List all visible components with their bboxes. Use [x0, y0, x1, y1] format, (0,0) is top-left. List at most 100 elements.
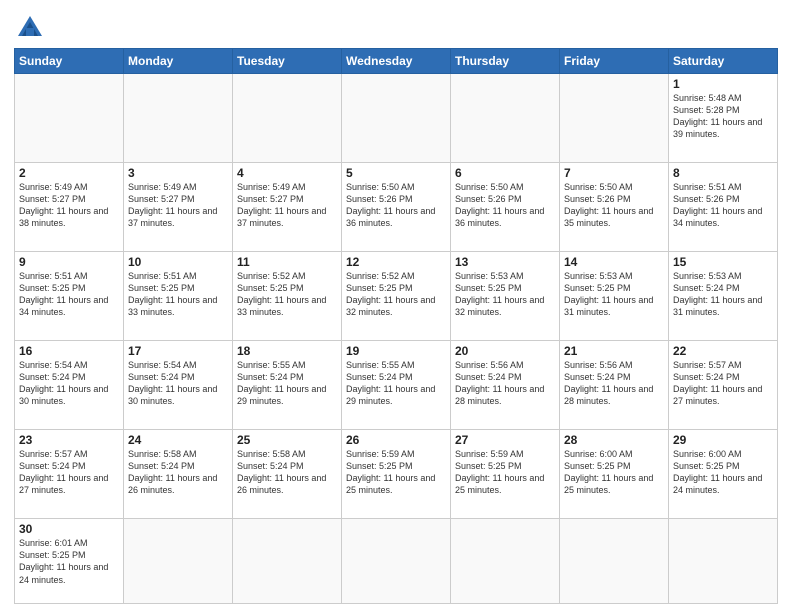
day-info: Sunrise: 5:50 AM Sunset: 5:26 PM Dayligh…: [564, 181, 664, 230]
day-info: Sunrise: 5:56 AM Sunset: 5:24 PM Dayligh…: [455, 359, 555, 408]
calendar-cell: 14Sunrise: 5:53 AM Sunset: 5:25 PM Dayli…: [560, 252, 669, 341]
day-info: Sunrise: 5:59 AM Sunset: 5:25 PM Dayligh…: [455, 448, 555, 497]
weekday-header-wednesday: Wednesday: [342, 49, 451, 74]
day-number: 18: [237, 344, 337, 358]
day-info: Sunrise: 6:00 AM Sunset: 5:25 PM Dayligh…: [673, 448, 773, 497]
calendar-cell: 8Sunrise: 5:51 AM Sunset: 5:26 PM Daylig…: [669, 163, 778, 252]
calendar-cell: 23Sunrise: 5:57 AM Sunset: 5:24 PM Dayli…: [15, 430, 124, 519]
day-number: 7: [564, 166, 664, 180]
day-number: 6: [455, 166, 555, 180]
day-number: 4: [237, 166, 337, 180]
weekday-header-thursday: Thursday: [451, 49, 560, 74]
weekday-header-monday: Monday: [124, 49, 233, 74]
calendar-cell: 26Sunrise: 5:59 AM Sunset: 5:25 PM Dayli…: [342, 430, 451, 519]
day-info: Sunrise: 5:57 AM Sunset: 5:24 PM Dayligh…: [673, 359, 773, 408]
calendar-cell: 19Sunrise: 5:55 AM Sunset: 5:24 PM Dayli…: [342, 341, 451, 430]
day-number: 29: [673, 433, 773, 447]
day-number: 27: [455, 433, 555, 447]
weekday-header-saturday: Saturday: [669, 49, 778, 74]
day-number: 13: [455, 255, 555, 269]
day-number: 15: [673, 255, 773, 269]
day-number: 16: [19, 344, 119, 358]
calendar-cell: 30Sunrise: 6:01 AM Sunset: 5:25 PM Dayli…: [15, 519, 124, 604]
day-number: 11: [237, 255, 337, 269]
day-info: Sunrise: 5:51 AM Sunset: 5:25 PM Dayligh…: [19, 270, 119, 319]
day-number: 14: [564, 255, 664, 269]
day-info: Sunrise: 5:54 AM Sunset: 5:24 PM Dayligh…: [128, 359, 228, 408]
logo-icon: [16, 14, 44, 42]
day-info: Sunrise: 5:50 AM Sunset: 5:26 PM Dayligh…: [455, 181, 555, 230]
calendar-cell: 29Sunrise: 6:00 AM Sunset: 5:25 PM Dayli…: [669, 430, 778, 519]
day-info: Sunrise: 5:48 AM Sunset: 5:28 PM Dayligh…: [673, 92, 773, 141]
calendar-cell: 13Sunrise: 5:53 AM Sunset: 5:25 PM Dayli…: [451, 252, 560, 341]
calendar-cell: 17Sunrise: 5:54 AM Sunset: 5:24 PM Dayli…: [124, 341, 233, 430]
day-number: 30: [19, 522, 119, 536]
calendar-week-row: 23Sunrise: 5:57 AM Sunset: 5:24 PM Dayli…: [15, 430, 778, 519]
calendar-cell: 20Sunrise: 5:56 AM Sunset: 5:24 PM Dayli…: [451, 341, 560, 430]
calendar-cell: [669, 519, 778, 604]
calendar-cell: 7Sunrise: 5:50 AM Sunset: 5:26 PM Daylig…: [560, 163, 669, 252]
calendar-cell: 27Sunrise: 5:59 AM Sunset: 5:25 PM Dayli…: [451, 430, 560, 519]
weekday-header-row: SundayMondayTuesdayWednesdayThursdayFrid…: [15, 49, 778, 74]
day-info: Sunrise: 5:49 AM Sunset: 5:27 PM Dayligh…: [237, 181, 337, 230]
weekday-header-friday: Friday: [560, 49, 669, 74]
day-info: Sunrise: 5:52 AM Sunset: 5:25 PM Dayligh…: [346, 270, 446, 319]
day-number: 26: [346, 433, 446, 447]
day-number: 28: [564, 433, 664, 447]
day-number: 10: [128, 255, 228, 269]
day-number: 19: [346, 344, 446, 358]
calendar-cell: 1Sunrise: 5:48 AM Sunset: 5:28 PM Daylig…: [669, 74, 778, 163]
logo: [14, 14, 44, 42]
day-number: 2: [19, 166, 119, 180]
day-info: Sunrise: 5:52 AM Sunset: 5:25 PM Dayligh…: [237, 270, 337, 319]
day-info: Sunrise: 5:58 AM Sunset: 5:24 PM Dayligh…: [128, 448, 228, 497]
calendar-cell: 25Sunrise: 5:58 AM Sunset: 5:24 PM Dayli…: [233, 430, 342, 519]
calendar-cell: [342, 74, 451, 163]
calendar-cell: 16Sunrise: 5:54 AM Sunset: 5:24 PM Dayli…: [15, 341, 124, 430]
day-info: Sunrise: 5:53 AM Sunset: 5:25 PM Dayligh…: [564, 270, 664, 319]
day-info: Sunrise: 5:57 AM Sunset: 5:24 PM Dayligh…: [19, 448, 119, 497]
weekday-header-tuesday: Tuesday: [233, 49, 342, 74]
day-number: 17: [128, 344, 228, 358]
day-number: 22: [673, 344, 773, 358]
calendar-week-row: 1Sunrise: 5:48 AM Sunset: 5:28 PM Daylig…: [15, 74, 778, 163]
day-number: 12: [346, 255, 446, 269]
day-number: 21: [564, 344, 664, 358]
calendar-cell: [124, 74, 233, 163]
calendar-week-row: 2Sunrise: 5:49 AM Sunset: 5:27 PM Daylig…: [15, 163, 778, 252]
day-info: Sunrise: 5:53 AM Sunset: 5:24 PM Dayligh…: [673, 270, 773, 319]
calendar-cell: 2Sunrise: 5:49 AM Sunset: 5:27 PM Daylig…: [15, 163, 124, 252]
day-info: Sunrise: 5:58 AM Sunset: 5:24 PM Dayligh…: [237, 448, 337, 497]
page: SundayMondayTuesdayWednesdayThursdayFrid…: [0, 0, 792, 612]
calendar-cell: 3Sunrise: 5:49 AM Sunset: 5:27 PM Daylig…: [124, 163, 233, 252]
calendar-cell: 15Sunrise: 5:53 AM Sunset: 5:24 PM Dayli…: [669, 252, 778, 341]
day-info: Sunrise: 5:51 AM Sunset: 5:26 PM Dayligh…: [673, 181, 773, 230]
calendar-cell: 24Sunrise: 5:58 AM Sunset: 5:24 PM Dayli…: [124, 430, 233, 519]
day-info: Sunrise: 5:54 AM Sunset: 5:24 PM Dayligh…: [19, 359, 119, 408]
calendar-cell: 28Sunrise: 6:00 AM Sunset: 5:25 PM Dayli…: [560, 430, 669, 519]
day-info: Sunrise: 5:50 AM Sunset: 5:26 PM Dayligh…: [346, 181, 446, 230]
day-number: 24: [128, 433, 228, 447]
calendar-cell: 9Sunrise: 5:51 AM Sunset: 5:25 PM Daylig…: [15, 252, 124, 341]
calendar-cell: [451, 519, 560, 604]
calendar-cell: 10Sunrise: 5:51 AM Sunset: 5:25 PM Dayli…: [124, 252, 233, 341]
day-number: 23: [19, 433, 119, 447]
calendar-cell: 6Sunrise: 5:50 AM Sunset: 5:26 PM Daylig…: [451, 163, 560, 252]
day-info: Sunrise: 6:00 AM Sunset: 5:25 PM Dayligh…: [564, 448, 664, 497]
header: [14, 10, 778, 42]
calendar-cell: [233, 74, 342, 163]
calendar-cell: [15, 74, 124, 163]
calendar-table: SundayMondayTuesdayWednesdayThursdayFrid…: [14, 48, 778, 604]
calendar-cell: [342, 519, 451, 604]
calendar-cell: 18Sunrise: 5:55 AM Sunset: 5:24 PM Dayli…: [233, 341, 342, 430]
day-info: Sunrise: 5:49 AM Sunset: 5:27 PM Dayligh…: [19, 181, 119, 230]
calendar-cell: [233, 519, 342, 604]
calendar-cell: 22Sunrise: 5:57 AM Sunset: 5:24 PM Dayli…: [669, 341, 778, 430]
day-info: Sunrise: 5:53 AM Sunset: 5:25 PM Dayligh…: [455, 270, 555, 319]
day-info: Sunrise: 5:51 AM Sunset: 5:25 PM Dayligh…: [128, 270, 228, 319]
day-info: Sunrise: 5:56 AM Sunset: 5:24 PM Dayligh…: [564, 359, 664, 408]
weekday-header-sunday: Sunday: [15, 49, 124, 74]
day-number: 3: [128, 166, 228, 180]
calendar-cell: 5Sunrise: 5:50 AM Sunset: 5:26 PM Daylig…: [342, 163, 451, 252]
calendar-cell: 11Sunrise: 5:52 AM Sunset: 5:25 PM Dayli…: [233, 252, 342, 341]
